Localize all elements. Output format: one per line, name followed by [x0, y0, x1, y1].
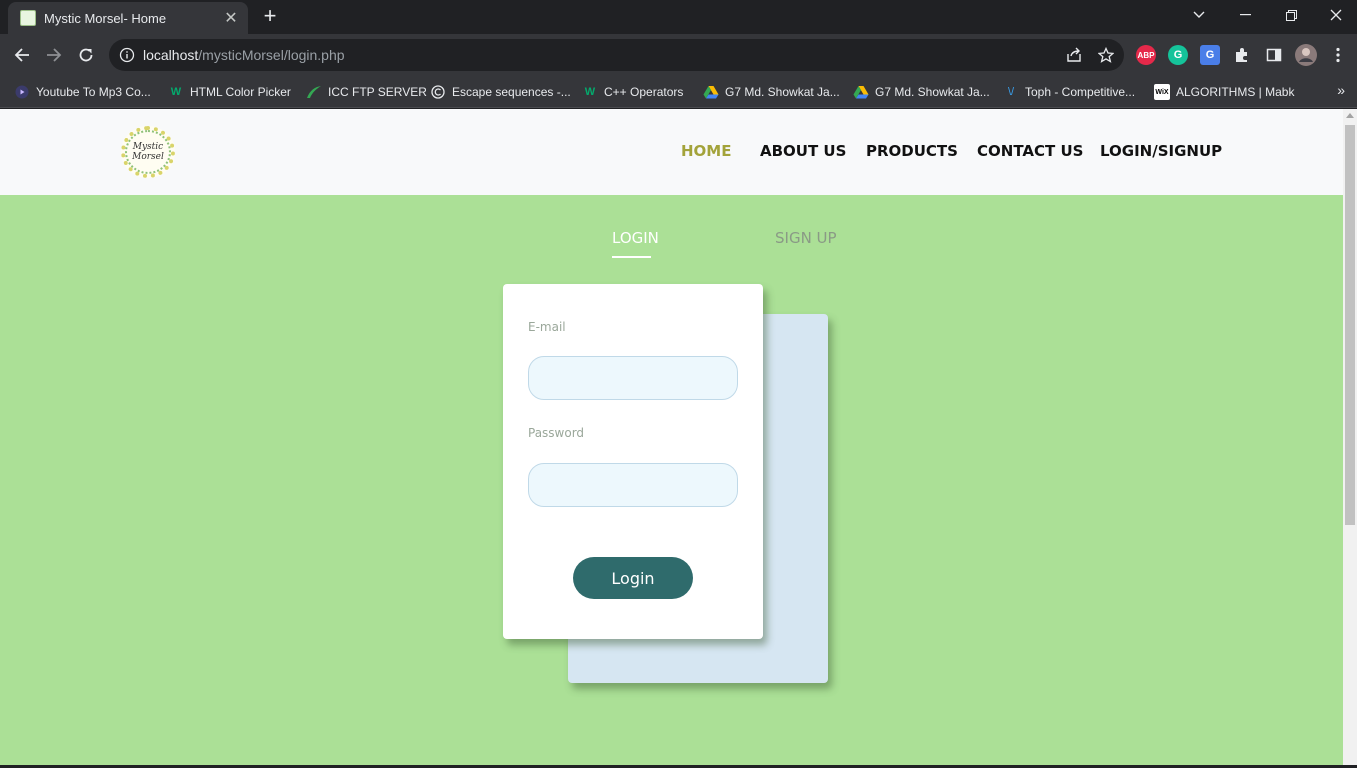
tab-login[interactable]: LOGIN [612, 229, 659, 247]
bookmark-item[interactable]: Youtube To Mp3 Co... [14, 82, 151, 102]
bookmark-item[interactable]: Escape sequences -... [430, 82, 571, 102]
logo-text: Mystic Morsel [132, 142, 164, 162]
minimize-button[interactable] [1222, 0, 1268, 30]
scrollbar-thumb[interactable] [1345, 125, 1355, 525]
close-icon [1330, 9, 1342, 21]
grammarly-extension-icon[interactable]: G [1168, 45, 1188, 65]
tab-signup[interactable]: SIGN UP [775, 229, 837, 247]
email-field[interactable] [528, 356, 738, 400]
minimize-icon [1239, 14, 1251, 16]
bookmark-star-button[interactable] [1094, 43, 1118, 67]
leaf-icon [306, 84, 322, 100]
nav-contact-us[interactable]: CONTACT US [977, 142, 1083, 160]
extensions-button[interactable] [1230, 43, 1254, 67]
site-favicon-icon [20, 10, 36, 26]
new-tab-button[interactable]: + [259, 5, 281, 27]
scroll-up-arrow-icon[interactable] [1346, 113, 1354, 118]
puzzle-icon [1236, 48, 1247, 62]
bookmark-item[interactable]: G7 Md. Showkat Ja... [703, 82, 840, 102]
toph-icon: \/ [1007, 86, 1015, 98]
tab-close-icon[interactable]: ✕ [222, 8, 240, 28]
bookmark-label: G7 Md. Showkat Ja... [875, 85, 990, 99]
bookmarks-bar: Youtube To Mp3 Co... W HTML Color Picker… [0, 76, 1357, 108]
nav-about-us[interactable]: ABOUT US [760, 142, 846, 160]
password-field[interactable] [528, 463, 738, 507]
bookmarks-overflow-button[interactable]: » [1337, 82, 1345, 98]
browser-menu-button[interactable] [1326, 43, 1350, 67]
browser-tab-strip: Mystic Morsel- Home ✕ + [0, 0, 1357, 34]
url-host: localhost [143, 47, 199, 63]
reload-button[interactable] [74, 43, 98, 67]
wix-icon: WiX [1154, 84, 1170, 100]
forward-button[interactable] [42, 43, 66, 67]
url-text: localhost/mysticMorsel/login.php [143, 47, 345, 63]
translate-extension-icon[interactable]: G [1200, 45, 1220, 65]
password-label: Password [528, 426, 585, 440]
avatar-icon [1295, 44, 1317, 66]
bookmark-item[interactable]: W C++ Operators [582, 82, 684, 102]
star-icon [1098, 47, 1114, 63]
site-header: Mystic Morsel HOME ABOUT US PRODUCTS CON… [0, 109, 1343, 195]
bookmark-label: HTML Color Picker [190, 85, 291, 99]
bookmark-item[interactable]: W HTML Color Picker [168, 82, 291, 102]
share-icon [1067, 47, 1081, 62]
bookmark-label: ICC FTP SERVER [328, 85, 427, 99]
restore-button[interactable] [1268, 0, 1314, 30]
bookmark-label: Toph - Competitive... [1025, 85, 1136, 99]
nav-home[interactable]: HOME [681, 142, 731, 160]
side-panel-button[interactable] [1262, 43, 1286, 67]
side-panel-icon [1266, 48, 1282, 62]
logo-text-line1: Mystic [132, 142, 164, 152]
restore-icon [1285, 9, 1297, 21]
share-button[interactable] [1062, 43, 1086, 67]
nav-login-signup[interactable]: LOGIN/SIGNUP [1100, 142, 1222, 160]
active-tab-underline [612, 256, 651, 258]
tab-title: Mystic Morsel- Home [44, 10, 167, 26]
browser-tab[interactable]: Mystic Morsel- Home ✕ [8, 2, 248, 34]
browser-toolbar: localhost/mysticMorsel/login.php ABP G G [0, 34, 1357, 76]
profile-avatar[interactable] [1294, 43, 1318, 67]
bookmark-label: C++ Operators [604, 85, 684, 99]
reload-icon [79, 48, 93, 62]
login-form-card: E-mail Password Login [503, 284, 763, 639]
bookmark-label: G7 Md. Showkat Ja... [725, 85, 840, 99]
play-icon [14, 84, 30, 100]
info-icon[interactable] [119, 47, 135, 63]
email-label: E-mail [528, 320, 566, 334]
chevron-down-icon [1193, 11, 1205, 18]
back-button[interactable] [10, 43, 34, 67]
cplusplus-icon [430, 84, 446, 100]
tab-search-button[interactable] [1176, 0, 1222, 30]
arrow-right-icon [47, 48, 62, 62]
more-vert-icon [1336, 47, 1340, 63]
site-logo[interactable]: Mystic Morsel [121, 126, 175, 178]
bookmark-label: Escape sequences -... [452, 85, 571, 99]
w3schools-icon: W [170, 86, 182, 98]
bookmark-label: Youtube To Mp3 Co... [36, 85, 151, 99]
logo-text-line2: Morsel [132, 152, 164, 162]
bookmark-item[interactable]: ICC FTP SERVER [306, 82, 427, 102]
nav-products[interactable]: PRODUCTS [866, 142, 958, 160]
arrow-left-icon [14, 48, 29, 62]
drive-icon [853, 84, 869, 100]
adblock-extension-icon[interactable]: ABP [1136, 45, 1156, 65]
close-window-button[interactable] [1313, 0, 1357, 30]
login-button[interactable]: Login [573, 557, 693, 599]
page-scrollbar[interactable] [1343, 109, 1357, 765]
address-bar[interactable]: localhost/mysticMorsel/login.php [109, 39, 1124, 71]
page-viewport: Mystic Morsel HOME ABOUT US PRODUCTS CON… [0, 109, 1343, 765]
w3schools-icon: W [584, 86, 596, 98]
bookmark-item[interactable]: \/ Toph - Competitive... [1003, 82, 1135, 102]
bookmark-item[interactable]: WiX ALGORITHMS | Mabk [1154, 82, 1294, 102]
bookmark-item[interactable]: G7 Md. Showkat Ja... [853, 82, 990, 102]
bookmark-label: ALGORITHMS | Mabk [1176, 85, 1295, 99]
url-path: /mysticMorsel/login.php [198, 47, 345, 63]
drive-icon [703, 84, 719, 100]
